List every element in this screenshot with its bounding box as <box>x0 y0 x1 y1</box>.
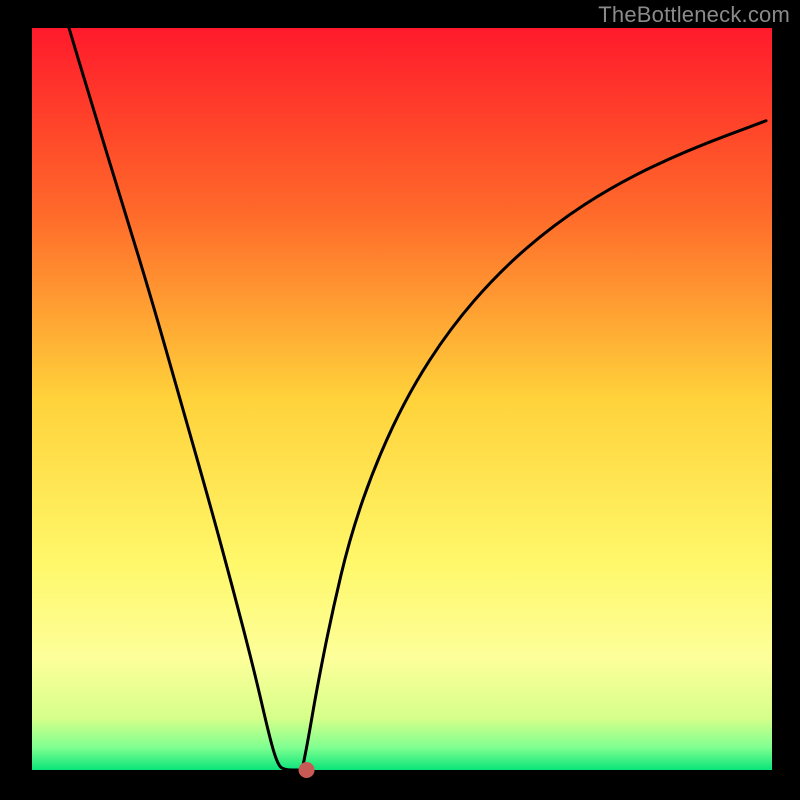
watermark-text: TheBottleneck.com <box>598 2 790 28</box>
chart-frame: TheBottleneck.com <box>0 0 800 800</box>
plot-background <box>32 28 772 770</box>
optimal-point-marker <box>299 762 315 778</box>
bottleneck-chart <box>0 0 800 800</box>
